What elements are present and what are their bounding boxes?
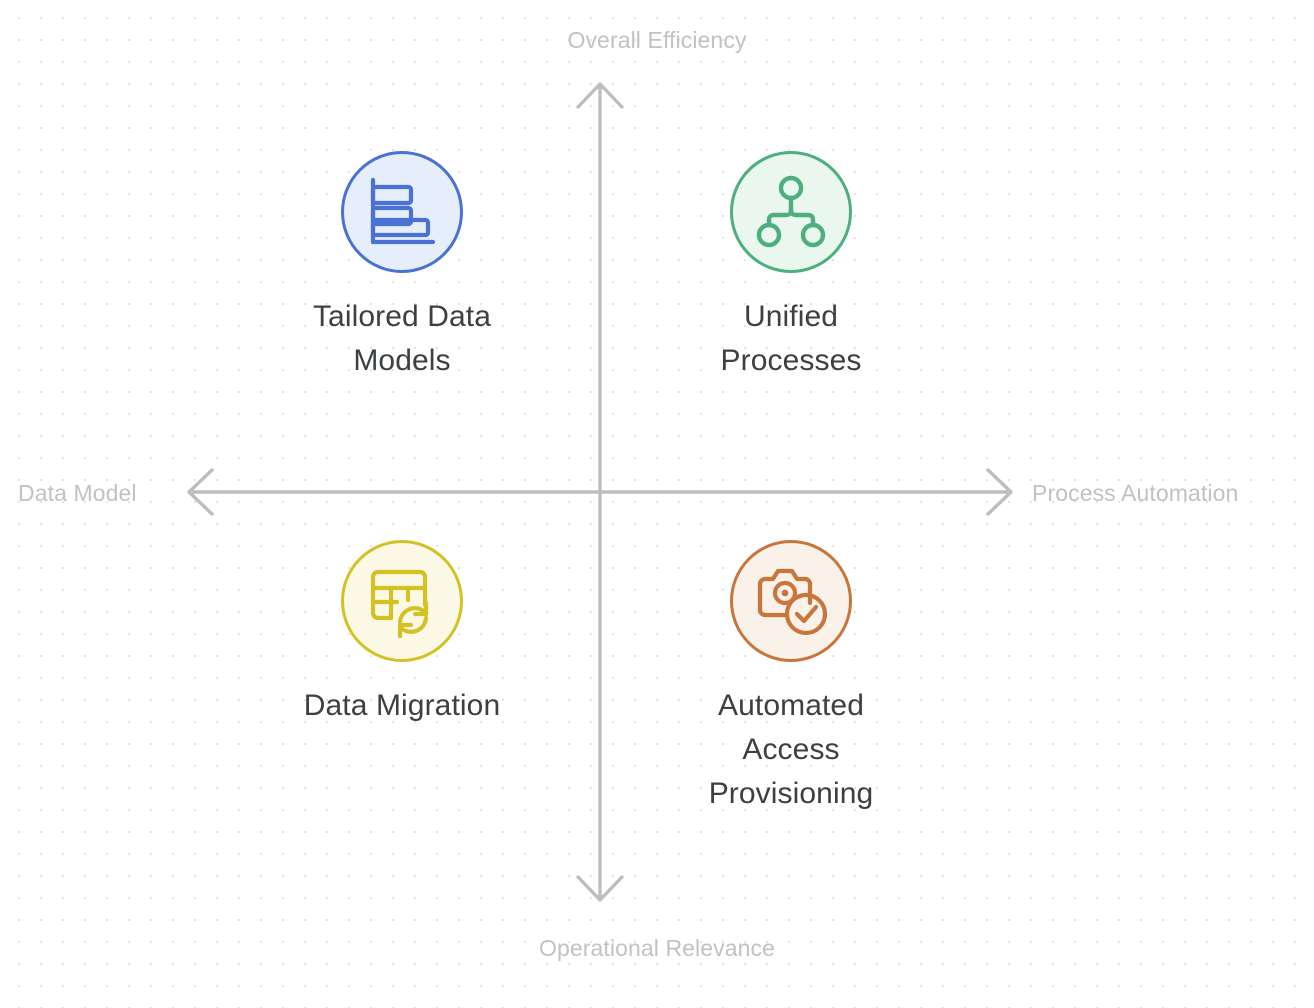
axis-label-top: Overall Efficiency: [567, 27, 747, 53]
quadrant-bottom-right-label: Automated Access Provisioning: [709, 684, 874, 815]
axis-label-right: Process Automation: [1032, 480, 1239, 506]
label-line: Processes: [720, 343, 862, 377]
arrowhead-left-icon: [187, 468, 214, 516]
quadrant-bottom-left-icon-badge[interactable]: [341, 540, 463, 662]
bar-chart-icon: [370, 177, 436, 245]
label-line: Automated: [718, 689, 864, 722]
axis-label-left: Data Model: [18, 480, 137, 506]
quadrant-top-left[interactable]: Tailored Data Models: [252, 151, 552, 383]
label-line: Provisioning: [708, 776, 874, 810]
quadrant-top-right[interactable]: Unified Processes: [641, 151, 941, 383]
label-line: Data Migration: [303, 689, 501, 722]
quadrant-top-left-label: Tailored Data Models: [313, 295, 491, 383]
axis-label-bottom: Operational Relevance: [538, 935, 776, 961]
quadrant-bottom-left[interactable]: Data Migration: [252, 540, 552, 728]
label-line: Unified: [743, 300, 839, 333]
quadrant-diagram-canvas: Overall Efficiency Operational Relevance…: [0, 0, 1314, 1008]
quadrant-top-right-icon-badge[interactable]: [730, 151, 852, 273]
quadrant-bottom-left-label: Data Migration: [304, 684, 501, 728]
table-sync-icon: [370, 569, 429, 639]
hierarchy-tree-icon: [756, 175, 826, 248]
quadrant-bottom-right-icon-badge[interactable]: [730, 540, 852, 662]
quadrant-top-left-icon-badge[interactable]: [341, 151, 463, 273]
arrowhead-up-icon: [576, 82, 624, 109]
camera-check-icon: [757, 568, 828, 636]
arrowhead-down-icon: [576, 875, 624, 902]
quadrant-top-right-label: Unified Processes: [721, 295, 862, 383]
label-line: Models: [353, 343, 451, 377]
quadrant-bottom-right[interactable]: Automated Access Provisioning: [641, 540, 941, 815]
label-line: Tailored Data: [312, 300, 492, 333]
arrowhead-right-icon: [986, 468, 1013, 516]
label-line: Access: [742, 732, 840, 766]
